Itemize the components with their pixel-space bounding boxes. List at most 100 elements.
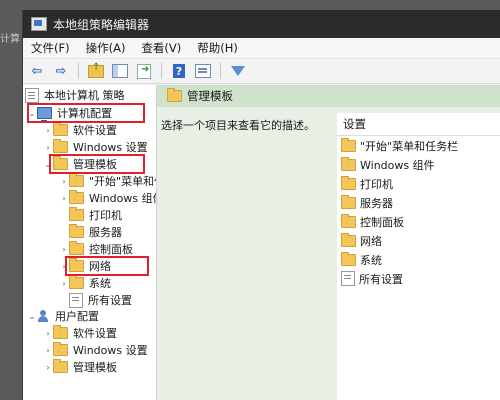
- settings-icon: [341, 271, 355, 286]
- tree-label: Windows 组件: [89, 192, 157, 205]
- help-button[interactable]: ?: [169, 62, 189, 80]
- properties-button[interactable]: [193, 62, 213, 80]
- expand-icon[interactable]: ›: [43, 143, 53, 152]
- list-item-label: 所有设置: [359, 272, 403, 286]
- folder-icon: [53, 122, 68, 136]
- tree-item-windows-components[interactable]: › Windows 组件: [59, 190, 157, 206]
- menu-help[interactable]: 帮助(H): [189, 40, 246, 56]
- export-list-button[interactable]: [134, 62, 154, 80]
- details-header: 管理模板: [157, 85, 500, 107]
- expand-icon[interactable]: ›: [59, 245, 69, 254]
- tree-item-user-software-settings[interactable]: › 软件设置: [43, 325, 117, 341]
- list-item-all-settings[interactable]: 所有设置: [337, 269, 500, 288]
- folder-icon: [69, 173, 84, 187]
- computer-icon: [37, 107, 52, 122]
- collapse-icon[interactable]: ⌄: [43, 160, 53, 169]
- tree-item-user-config[interactable]: ⌄ 用户配置: [27, 308, 99, 324]
- up-folder-button[interactable]: [86, 62, 106, 80]
- expand-icon[interactable]: ›: [43, 363, 53, 372]
- list-item-network[interactable]: 网络: [337, 231, 500, 250]
- app-icon: [31, 17, 47, 31]
- tree-label: 计算机配置: [57, 107, 112, 120]
- tree-label: 本地计算机 策略: [44, 89, 125, 102]
- expand-icon[interactable]: ›: [59, 262, 69, 271]
- tree-item-servers[interactable]: 服务器: [59, 224, 122, 240]
- tree-label: 网络: [89, 260, 111, 273]
- back-icon[interactable]: ⇦: [27, 62, 47, 80]
- filter-icon: [231, 66, 245, 76]
- tree-label: 控制面板: [89, 243, 133, 256]
- tree-item-all-settings[interactable]: 所有设置: [59, 292, 132, 308]
- tree-item-printers[interactable]: 打印机: [59, 207, 122, 223]
- tree-label: 软件设置: [73, 327, 117, 340]
- folder-icon: [69, 190, 84, 204]
- list-item-control-panel[interactable]: 控制面板: [337, 212, 500, 231]
- tree-item-admin-templates[interactable]: ⌄ 管理模板: [43, 156, 117, 172]
- tree-label: 系统: [89, 277, 111, 290]
- expand-icon[interactable]: ›: [43, 329, 53, 338]
- tree-item-system[interactable]: › 系统: [59, 275, 111, 291]
- list-item-printers[interactable]: 打印机: [337, 174, 500, 193]
- folder-icon: [69, 224, 84, 238]
- folder-icon: [341, 232, 356, 247]
- tree-label: Windows 设置: [73, 141, 148, 154]
- tree-item-windows-settings[interactable]: › Windows 设置: [43, 139, 148, 155]
- tree-label: "开始"菜单和任: [89, 175, 156, 188]
- folder-icon: [341, 175, 356, 190]
- list-item-servers[interactable]: 服务器: [337, 193, 500, 212]
- tree-item-software-settings[interactable]: › 软件设置: [43, 122, 117, 138]
- folder-icon: [53, 156, 68, 170]
- list-item-system[interactable]: 系统: [337, 250, 500, 269]
- tree-label: 管理模板: [73, 361, 117, 374]
- list-item-label: 服务器: [360, 196, 393, 210]
- list-item-start-menu[interactable]: "开始"菜单和任务栏: [337, 136, 500, 155]
- list-item-label: 控制面板: [360, 215, 404, 229]
- list-item-label: 打印机: [360, 177, 393, 191]
- collapse-icon[interactable]: ⌄: [27, 312, 37, 321]
- menu-action[interactable]: 操作(A): [78, 40, 134, 56]
- tree-item-start-menu[interactable]: › "开始"菜单和任: [59, 173, 156, 189]
- folder-icon: [53, 359, 68, 373]
- tree-item-user-admin-templates[interactable]: › 管理模板: [43, 359, 117, 375]
- expand-icon[interactable]: ›: [59, 279, 69, 288]
- toolbar: ⇦ ⇨ ?: [23, 59, 500, 84]
- folder-icon: [53, 342, 68, 356]
- tree-item-network[interactable]: › 网络: [59, 258, 111, 274]
- policy-icon: [25, 87, 39, 103]
- tree-label: 打印机: [89, 209, 122, 222]
- menu-bar: 文件(F) 操作(A) 查看(V) 帮助(H): [23, 38, 500, 59]
- folder-icon: [341, 137, 356, 152]
- folder-icon: [53, 139, 68, 153]
- tree-item-computer-config[interactable]: ⌄ 计算机配置: [27, 105, 112, 122]
- tree-item-user-windows-settings[interactable]: › Windows 设置: [43, 342, 148, 358]
- collapse-icon[interactable]: ⌄: [27, 109, 37, 118]
- list-item-label: 系统: [360, 253, 382, 267]
- forward-icon[interactable]: ⇨: [51, 62, 71, 80]
- properties-icon: [195, 64, 211, 78]
- tree-item-local-computer-policy[interactable]: 本地计算机 策略: [25, 87, 125, 103]
- show-hide-tree-button[interactable]: [110, 62, 130, 80]
- toolbar-separator: [220, 63, 221, 79]
- window-title: 本地组策略编辑器: [53, 17, 150, 32]
- expand-icon[interactable]: ›: [59, 194, 69, 203]
- settings-list: 设置 "开始"菜单和任务栏 Windows 组件 打印机 服务器 控制面板 网络…: [337, 113, 500, 400]
- column-header-settings[interactable]: 设置: [337, 113, 500, 136]
- settings-icon: [69, 292, 83, 308]
- folder-icon: [53, 325, 68, 339]
- list-item-label: 网络: [360, 234, 382, 248]
- main-content: 本地计算机 策略 ⌄ 计算机配置 › 软件设置 › Windows 设置 ⌄ 管…: [23, 85, 500, 400]
- tree-label: 软件设置: [73, 124, 117, 137]
- title-bar: 本地组策略编辑器: [23, 10, 500, 38]
- expand-icon[interactable]: ›: [43, 126, 53, 135]
- filter-button[interactable]: [228, 62, 248, 80]
- navigation-tree: 本地计算机 策略 ⌄ 计算机配置 › 软件设置 › Windows 设置 ⌄ 管…: [23, 85, 157, 400]
- tree-label: 服务器: [89, 226, 122, 239]
- expand-icon[interactable]: ›: [59, 177, 69, 186]
- background-text-fragment: 计算: [0, 34, 20, 45]
- toolbar-separator: [161, 63, 162, 79]
- expand-icon[interactable]: ›: [43, 346, 53, 355]
- tree-item-control-panel[interactable]: › 控制面板: [59, 241, 133, 257]
- menu-view[interactable]: 查看(V): [133, 40, 189, 56]
- menu-file[interactable]: 文件(F): [23, 40, 78, 56]
- list-item-windows-components[interactable]: Windows 组件: [337, 155, 500, 174]
